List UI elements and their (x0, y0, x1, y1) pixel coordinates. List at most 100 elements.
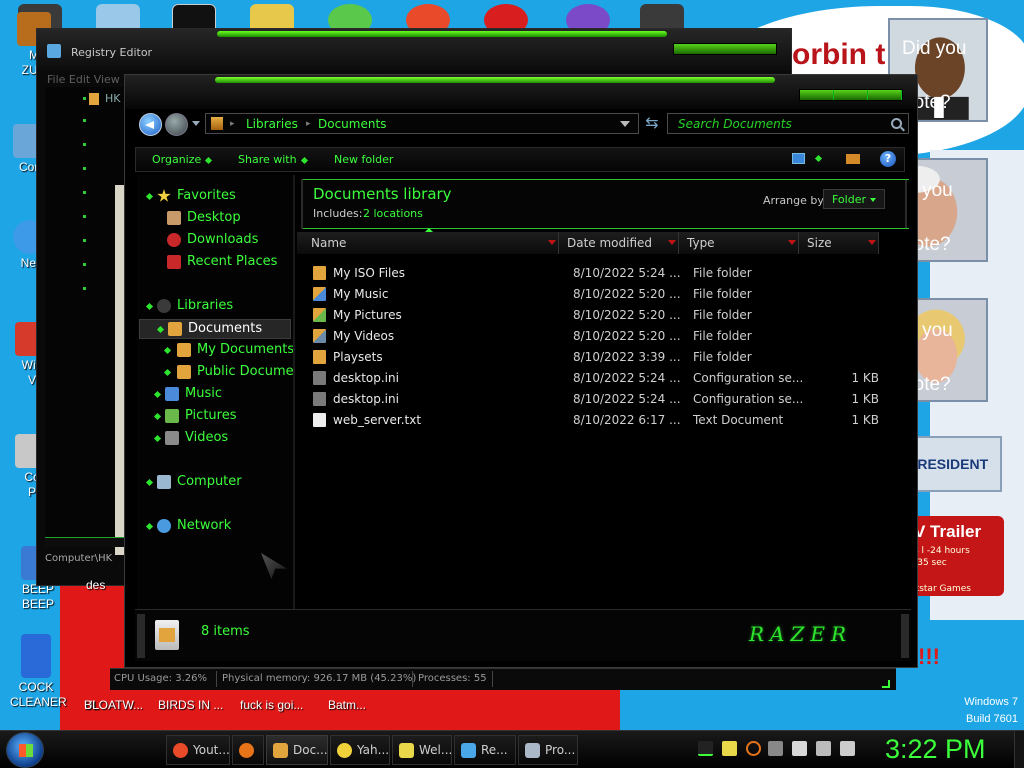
close-button[interactable] (868, 90, 902, 100)
column-filter-icon[interactable] (668, 240, 676, 245)
nav-item-recent-places[interactable]: Recent Places (137, 253, 287, 273)
nav-item-libraries[interactable]: Libraries (137, 297, 287, 317)
nav-item-computer[interactable]: Computer (137, 473, 287, 493)
column-type[interactable]: Type (679, 232, 799, 254)
file-row[interactable]: desktop.ini 8/10/2022 5:24 ... Configura… (311, 389, 903, 410)
address-bar[interactable]: ▸ Libraries ▸ Documents (205, 113, 639, 134)
breadcrumb-libraries[interactable]: Libraries (246, 117, 298, 131)
expand-icon[interactable] (145, 478, 154, 487)
taskbar-button-documents[interactable]: Doc... (266, 735, 328, 765)
file-row[interactable]: My Music 8/10/2022 5:20 ... File folder (311, 284, 903, 305)
search-input[interactable]: Search Documents (667, 113, 909, 134)
window-controls[interactable] (799, 89, 903, 101)
search-icon[interactable] (891, 118, 902, 129)
taskbar-button-processes[interactable]: Pro... (518, 735, 578, 765)
new-folder-button[interactable]: New folder (334, 153, 393, 166)
desktop-label[interactable]: BLOATW... (84, 698, 143, 712)
minimize-button[interactable] (800, 90, 834, 100)
file-row[interactable]: My Videos 8/10/2022 5:20 ... File folder (311, 326, 903, 347)
taskbar-button-firefox[interactable] (232, 735, 264, 765)
tree-expander[interactable] (83, 119, 86, 122)
column-date-modified[interactable]: Date modified (559, 232, 679, 254)
column-name[interactable]: Name (297, 228, 559, 254)
expand-icon[interactable] (163, 346, 172, 355)
expand-icon[interactable] (145, 302, 154, 311)
tray-app-icon[interactable] (768, 741, 783, 756)
column-filter-icon[interactable] (548, 240, 556, 245)
show-desktop-button[interactable] (1014, 731, 1024, 768)
tree-expander[interactable] (83, 191, 86, 194)
back-button[interactable] (139, 113, 162, 136)
tree-expander[interactable] (83, 239, 86, 242)
tree-expander[interactable] (83, 97, 86, 100)
nav-item-downloads[interactable]: Downloads (137, 231, 287, 251)
organize-button[interactable]: Organize (152, 153, 213, 166)
taskbar-button-welcome[interactable]: Wel... (392, 735, 452, 765)
nav-item-desktop[interactable]: Desktop (137, 209, 287, 229)
column-size[interactable]: Size (799, 232, 879, 254)
desktop-label[interactable]: Batm... (328, 698, 366, 712)
tree-item[interactable]: HK (105, 92, 121, 105)
column-filter-icon[interactable] (788, 240, 796, 245)
expand-icon[interactable] (153, 412, 162, 421)
share-with-button[interactable]: Share with (238, 153, 308, 166)
file-row[interactable]: desktop.ini 8/10/2022 5:24 ... Configura… (311, 368, 903, 389)
explorer-window[interactable]: ▸ Libraries ▸ Documents ⇆ Search Documen… (124, 74, 918, 668)
window-titlebar[interactable] (125, 75, 917, 109)
breadcrumb-separator[interactable]: ▸ (306, 119, 311, 129)
taskbar-button-registry[interactable]: Re... (454, 735, 516, 765)
tree-expander[interactable] (83, 215, 86, 218)
tree-expander[interactable] (83, 263, 86, 266)
search-icon[interactable] (746, 741, 761, 756)
window-titlebar[interactable]: Registry Editor (37, 29, 791, 71)
tray-app-icon[interactable] (722, 741, 737, 756)
taskbar-clock[interactable]: 3:22 PM (885, 734, 986, 765)
tree-expander[interactable] (83, 143, 86, 146)
expand-icon[interactable] (145, 192, 154, 201)
window-controls[interactable] (673, 43, 777, 55)
desktop-icon[interactable]: COCK CLEANER (10, 634, 67, 710)
action-center-flag-icon[interactable] (792, 741, 807, 756)
nav-item-pictures[interactable]: Pictures (137, 407, 287, 427)
nav-item-music[interactable]: Music (137, 385, 287, 405)
forward-button[interactable] (165, 113, 188, 136)
taskbar-button-yahoo[interactable]: Yah... (330, 735, 390, 765)
nav-item-videos[interactable]: Videos (137, 429, 287, 449)
preview-pane-icon[interactable] (846, 154, 860, 164)
view-dropdown-icon[interactable] (814, 154, 823, 163)
nav-item-documents[interactable]: Documents (139, 319, 291, 339)
refresh-icon[interactable]: ⇆ (643, 114, 661, 132)
volume-icon[interactable] (840, 741, 855, 756)
nav-item-public-documents[interactable]: Public Documen (137, 363, 293, 383)
change-view-icon[interactable] (792, 153, 805, 164)
resize-grip[interactable] (882, 680, 890, 688)
desktop-label[interactable]: fuck is goi... (240, 698, 303, 712)
tree-expander[interactable] (83, 167, 86, 170)
file-row[interactable]: web_server.txt 8/10/2022 6:17 ... Text D… (311, 410, 903, 431)
tree-expander[interactable] (83, 287, 86, 290)
address-dropdown[interactable] (620, 121, 630, 127)
nav-item-favorites[interactable]: Favorites (137, 187, 287, 207)
file-row[interactable]: My ISO Files 8/10/2022 5:24 ... File fol… (311, 263, 903, 284)
network-icon[interactable] (816, 741, 831, 756)
tray-app-icon[interactable] (698, 741, 713, 756)
expand-icon[interactable] (156, 325, 165, 334)
nav-item-my-documents[interactable]: My Documents (137, 341, 294, 361)
expand-icon[interactable] (153, 434, 162, 443)
desktop-label[interactable]: BIRDS IN ... (158, 698, 223, 712)
breadcrumb-documents[interactable]: Documents (318, 117, 386, 131)
breadcrumb-separator[interactable]: ▸ (230, 119, 235, 129)
help-icon[interactable]: ? (880, 151, 896, 167)
maximize-button[interactable] (834, 90, 868, 100)
arrange-by-dropdown[interactable]: Folder (823, 189, 885, 209)
expand-icon[interactable] (153, 390, 162, 399)
recent-pages-dropdown[interactable] (192, 121, 200, 126)
start-button[interactable] (6, 732, 44, 768)
file-row[interactable]: Playsets 8/10/2022 3:39 ... File folder (311, 347, 903, 368)
expand-icon[interactable] (145, 522, 154, 531)
pane-splitter[interactable] (293, 175, 295, 609)
nav-item-network[interactable]: Network (137, 517, 287, 537)
expand-icon[interactable] (163, 368, 172, 377)
locations-link[interactable]: 2 locations (363, 207, 423, 220)
column-filter-icon[interactable] (868, 240, 876, 245)
